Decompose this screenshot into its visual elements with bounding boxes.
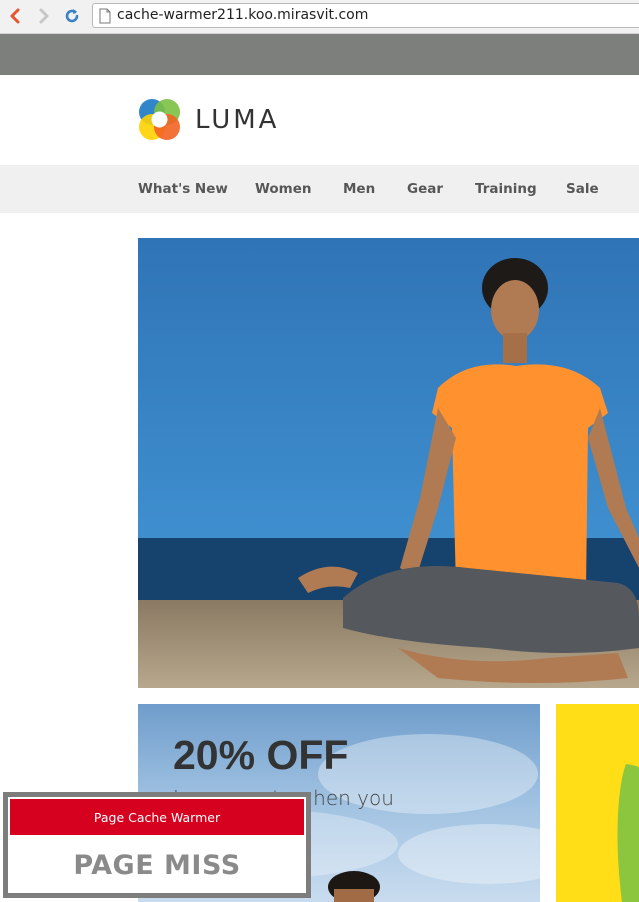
luma-logo-icon [139, 99, 180, 140]
cache-warmer-toolbar: Page Cache Warmer PAGE MISS [3, 792, 311, 898]
top-panel [0, 34, 639, 75]
forward-arrow-icon [39, 8, 49, 24]
reload-button[interactable] [61, 5, 83, 27]
url-text: cache-warmer211.koo.mirasvit.com [117, 7, 369, 23]
browser-toolbar: cache-warmer211.koo.mirasvit.com [0, 0, 639, 34]
logo-text: LUMA [195, 104, 280, 135]
secondary-promo-image [617, 764, 639, 902]
document-icon [99, 8, 111, 24]
hero-banner[interactable] [138, 238, 639, 688]
main-navigation: What's New Women Men Gear Training Sale [0, 165, 639, 213]
back-button[interactable] [4, 5, 26, 27]
nav-item-men[interactable]: Men [343, 181, 375, 197]
secondary-promo-banner[interactable] [556, 704, 639, 902]
nav-item-sale[interactable]: Sale [566, 181, 599, 197]
nav-item-women[interactable]: Women [255, 181, 312, 197]
cache-warmer-title: Page Cache Warmer [10, 799, 304, 835]
promo-title: 20% OFF [173, 732, 349, 778]
reload-icon [65, 9, 79, 23]
back-arrow-icon [10, 8, 20, 24]
address-bar[interactable]: cache-warmer211.koo.mirasvit.com [92, 3, 639, 28]
hero-image [138, 238, 639, 688]
cache-status: PAGE MISS [73, 849, 241, 881]
nav-item-whats-new[interactable]: What's New [138, 181, 228, 197]
forward-button[interactable] [33, 5, 55, 27]
site-header: LUMA [0, 75, 639, 165]
nav-item-training[interactable]: Training [475, 181, 537, 197]
luma-logo[interactable]: LUMA [137, 97, 279, 142]
nav-item-gear[interactable]: Gear [407, 181, 443, 197]
